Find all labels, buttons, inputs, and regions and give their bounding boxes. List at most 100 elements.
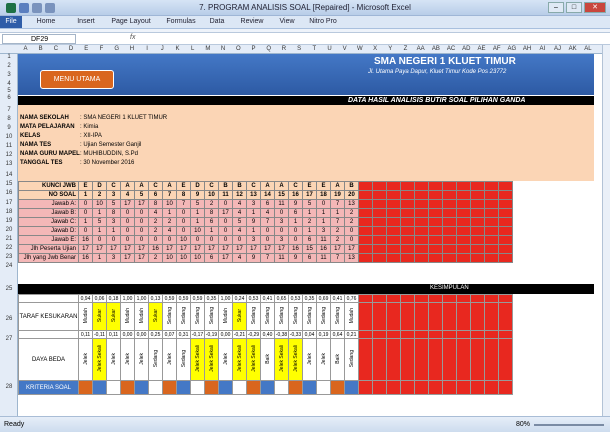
- taraf-value[interactable]: 0,59: [190, 294, 205, 303]
- table-cell[interactable]: [372, 302, 387, 331]
- table-cell[interactable]: [400, 302, 415, 331]
- column-header[interactable]: M: [200, 45, 215, 54]
- table-cell[interactable]: [414, 244, 429, 254]
- table-cell[interactable]: [428, 338, 443, 381]
- table-cell[interactable]: Jelek: [218, 338, 233, 381]
- table-cell[interactable]: [414, 330, 429, 339]
- table-cell[interactable]: [456, 244, 471, 254]
- taraf-value[interactable]: 0,41: [260, 294, 275, 303]
- row-header[interactable]: 8: [0, 116, 18, 122]
- daya-beda-value[interactable]: 0,25: [148, 330, 163, 339]
- table-cell[interactable]: [428, 181, 443, 191]
- table-cell[interactable]: D: [92, 181, 107, 191]
- sheet-area[interactable]: SMA NEGERI 1 KLUET TIMUR Jl. Utama Paya …: [18, 54, 610, 416]
- table-cell[interactable]: 4: [232, 226, 247, 236]
- taraf-value[interactable]: 0,35: [302, 294, 317, 303]
- table-cell[interactable]: A: [162, 181, 177, 191]
- table-cell[interactable]: 0: [288, 226, 303, 236]
- row-header[interactable]: 9: [0, 125, 18, 131]
- column-header[interactable]: AI: [535, 45, 550, 54]
- table-cell[interactable]: [246, 380, 261, 395]
- table-cell[interactable]: Mudah: [344, 302, 359, 331]
- table-cell[interactable]: [470, 294, 485, 303]
- table-cell[interactable]: [428, 380, 443, 395]
- table-cell[interactable]: 17: [246, 244, 261, 254]
- table-cell[interactable]: [386, 190, 401, 200]
- table-cell[interactable]: [470, 253, 485, 263]
- table-cell[interactable]: [456, 226, 471, 236]
- table-cell[interactable]: [470, 235, 485, 245]
- table-cell[interactable]: [484, 338, 499, 381]
- table-cell[interactable]: [442, 302, 457, 331]
- column-header[interactable]: C: [48, 45, 63, 54]
- table-cell[interactable]: [442, 338, 457, 381]
- table-cell[interactable]: 3: [106, 217, 121, 227]
- column-header[interactable]: AD: [459, 45, 474, 54]
- table-cell[interactable]: 8: [176, 190, 191, 200]
- table-cell[interactable]: [400, 338, 415, 381]
- daya-beda-value[interactable]: -0,29: [246, 330, 261, 339]
- table-cell[interactable]: 4: [148, 208, 163, 218]
- taraf-value[interactable]: 1,00: [134, 294, 149, 303]
- table-cell[interactable]: [442, 208, 457, 218]
- daya-beda-value[interactable]: 0,11: [78, 330, 93, 339]
- table-cell[interactable]: [386, 338, 401, 381]
- table-cell[interactable]: 7: [260, 217, 275, 227]
- daya-beda-value[interactable]: 0,21: [344, 330, 359, 339]
- table-cell[interactable]: [456, 217, 471, 227]
- column-header[interactable]: Q: [261, 45, 276, 54]
- table-cell[interactable]: Sedang: [246, 302, 261, 331]
- table-cell[interactable]: 0: [176, 226, 191, 236]
- table-cell[interactable]: [414, 294, 429, 303]
- table-cell[interactable]: [442, 244, 457, 254]
- table-cell[interactable]: Baik: [260, 338, 275, 381]
- table-cell[interactable]: [414, 199, 429, 209]
- row-header[interactable]: 3: [0, 72, 18, 78]
- table-cell[interactable]: Sedang: [330, 302, 345, 331]
- table-cell[interactable]: [456, 338, 471, 381]
- table-cell[interactable]: [190, 380, 205, 395]
- table-cell[interactable]: [302, 380, 317, 395]
- table-cell[interactable]: [484, 294, 499, 303]
- taraf-value[interactable]: 0,24: [232, 294, 247, 303]
- table-cell[interactable]: Sedang: [274, 302, 289, 331]
- table-cell[interactable]: [442, 181, 457, 191]
- table-cell[interactable]: 7: [176, 199, 191, 209]
- table-cell[interactable]: [414, 226, 429, 236]
- table-cell[interactable]: Mudah: [134, 302, 149, 331]
- table-cell[interactable]: Jelek Sekali: [274, 338, 289, 381]
- table-cell[interactable]: [386, 253, 401, 263]
- column-header[interactable]: AF: [489, 45, 504, 54]
- row-header[interactable]: 22: [0, 245, 18, 251]
- table-cell[interactable]: Sedang: [344, 338, 359, 381]
- table-cell[interactable]: 15: [274, 190, 289, 200]
- table-cell[interactable]: 3: [246, 235, 261, 245]
- table-cell[interactable]: 1: [190, 208, 205, 218]
- daya-beda-value[interactable]: -0,17: [190, 330, 205, 339]
- table-cell[interactable]: 17: [218, 208, 233, 218]
- table-cell[interactable]: 0: [344, 226, 359, 236]
- table-cell[interactable]: [470, 181, 485, 191]
- vertical-scrollbar[interactable]: [602, 45, 610, 416]
- table-cell[interactable]: [470, 226, 485, 236]
- row-header[interactable]: 16: [0, 190, 18, 196]
- table-cell[interactable]: [414, 235, 429, 245]
- table-cell[interactable]: 10: [176, 253, 191, 263]
- table-cell[interactable]: [400, 330, 415, 339]
- table-cell[interactable]: 16: [78, 253, 93, 263]
- table-cell[interactable]: [288, 380, 303, 395]
- taraf-label[interactable]: TARAF KESUKARAN: [18, 302, 79, 331]
- table-cell[interactable]: [400, 253, 415, 263]
- table-cell[interactable]: 17: [78, 244, 93, 254]
- table-cell[interactable]: [498, 338, 513, 381]
- table-cell[interactable]: [484, 380, 499, 395]
- table-cell[interactable]: [442, 190, 457, 200]
- taraf-value[interactable]: 0,13: [148, 294, 163, 303]
- table-cell[interactable]: Mudah: [218, 302, 233, 331]
- table-cell[interactable]: Sedang: [148, 338, 163, 381]
- table-cell[interactable]: 7: [330, 217, 345, 227]
- table-cell[interactable]: Jelek: [106, 338, 121, 381]
- table-cell[interactable]: [372, 338, 387, 381]
- daya-beda-value[interactable]: -0,33: [288, 330, 303, 339]
- taraf-value[interactable]: 0,18: [106, 294, 121, 303]
